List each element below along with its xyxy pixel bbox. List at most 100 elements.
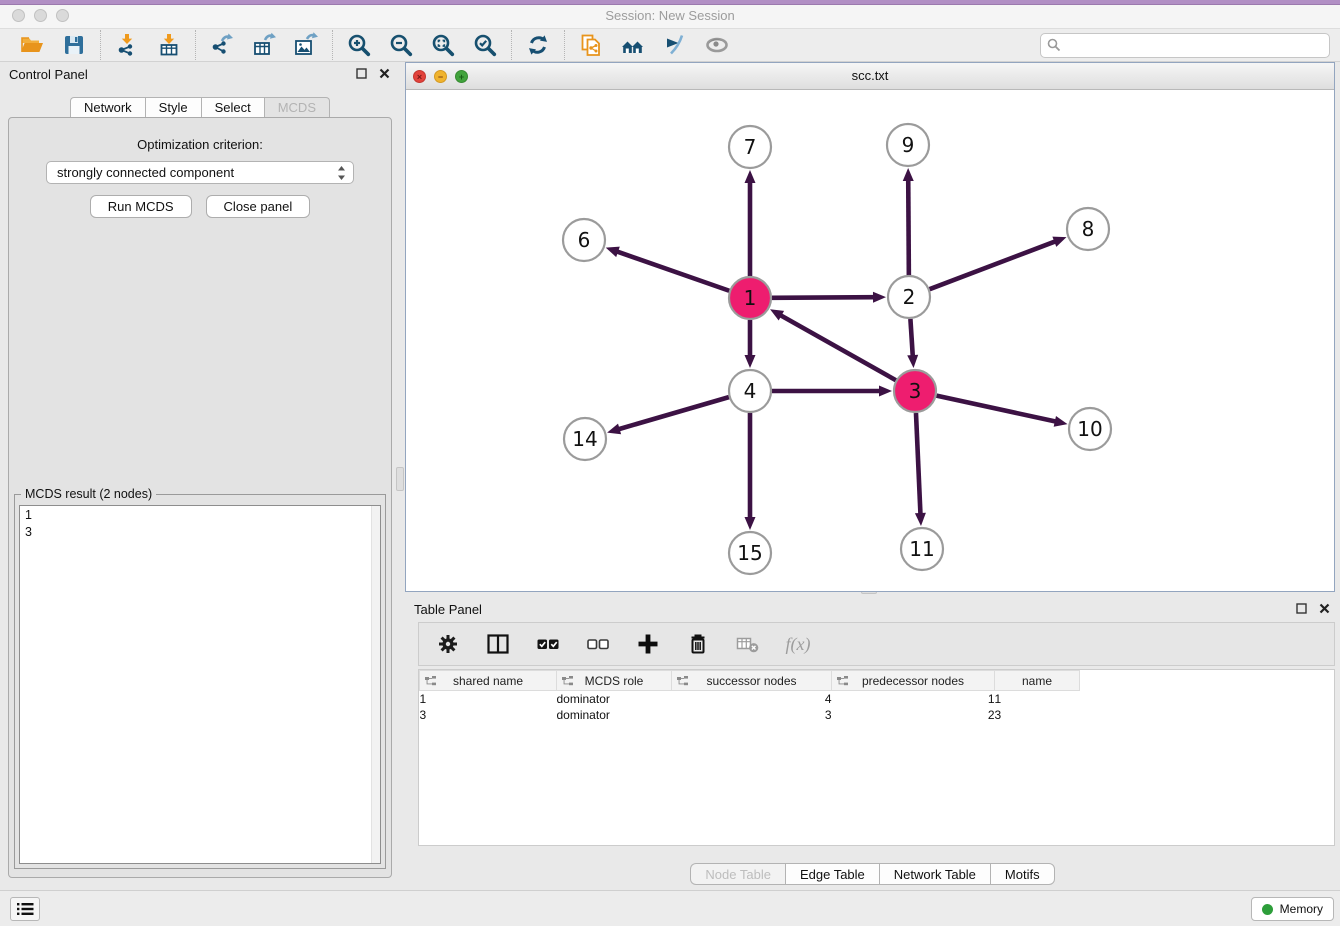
export-network-button[interactable]: [209, 32, 235, 58]
edge-3-1[interactable]: [780, 315, 896, 381]
network-graph[interactable]: 7968124314101511: [406, 91, 1334, 592]
table-cell[interactable]: 3: [995, 707, 1080, 723]
clone-network-button[interactable]: [578, 32, 604, 58]
split-view-button[interactable]: [485, 631, 511, 657]
import-table-button[interactable]: [156, 32, 182, 58]
task-history-button[interactable]: [10, 897, 40, 921]
optimization-criterion-select[interactable]: strongly connected component: [46, 161, 354, 184]
import-network-button[interactable]: [114, 32, 140, 58]
edge-3-11[interactable]: [916, 413, 921, 515]
column-header-name[interactable]: name: [995, 671, 1080, 691]
select-all-columns-button[interactable]: [535, 631, 561, 657]
table-cell[interactable]: 3: [672, 707, 832, 723]
graph-node-label: 3: [909, 379, 922, 403]
gear-icon: [435, 631, 461, 657]
tab-select[interactable]: Select: [201, 97, 264, 118]
close-panel-icon[interactable]: [379, 68, 390, 79]
mcds-result-text[interactable]: 1 3: [19, 505, 381, 864]
arrowhead-icon: [915, 513, 926, 526]
mcds-result-title: MCDS result (2 nodes): [21, 487, 156, 501]
first-neighbors-button[interactable]: [620, 32, 646, 58]
tab-motifs[interactable]: Motifs: [990, 863, 1055, 885]
table-cell[interactable]: 4: [672, 691, 832, 707]
edge-3-10[interactable]: [936, 396, 1056, 422]
export-image-button[interactable]: [293, 32, 319, 58]
network-window-titlebar[interactable]: × − + scc.txt: [406, 63, 1334, 90]
table-settings-button[interactable]: [435, 631, 461, 657]
arrowhead-icon: [607, 424, 621, 435]
network-maximize-button[interactable]: +: [455, 70, 468, 83]
vertical-splitter-grip[interactable]: [396, 467, 404, 491]
delete-column-button[interactable]: [685, 631, 711, 657]
table-cell[interactable]: 1: [832, 691, 995, 707]
table-cell[interactable]: 3: [420, 707, 557, 723]
table-row[interactable]: 3dominator323: [420, 707, 1080, 723]
edge-2-8[interactable]: [930, 241, 1057, 289]
zoom-out-button[interactable]: [388, 32, 414, 58]
network-minimize-button[interactable]: −: [434, 70, 447, 83]
tab-style[interactable]: Style: [145, 97, 201, 118]
table-row[interactable]: 1dominator411: [420, 691, 1080, 707]
dropdown-stepper-icon: [336, 164, 347, 182]
graph-node-label: 7: [744, 135, 757, 159]
tab-network-table[interactable]: Network Table: [879, 863, 990, 885]
tab-node-table[interactable]: Node Table: [690, 863, 785, 885]
arrowhead-icon: [907, 355, 918, 368]
arrowhead-icon: [873, 292, 886, 303]
column-header-successor-nodes[interactable]: successor nodes: [672, 671, 832, 691]
deselect-all-columns-button[interactable]: [585, 631, 611, 657]
run-mcds-button[interactable]: Run MCDS: [90, 195, 192, 218]
tab-network[interactable]: Network: [70, 97, 145, 118]
table-cell[interactable]: 1: [420, 691, 557, 707]
node-table-grid[interactable]: shared nameMCDS rolesuccessor nodesprede…: [419, 670, 1080, 723]
application-window: Session: New Session: [0, 0, 1340, 926]
optimization-criterion-label: Optimization criterion:: [9, 137, 391, 152]
memory-button[interactable]: Memory: [1251, 897, 1334, 921]
edge-2-9[interactable]: [908, 179, 909, 275]
refresh-layout-button[interactable]: [525, 32, 551, 58]
network-view-window: × − + scc.txt 7968124314101511: [405, 62, 1335, 592]
show-graphics-details-button[interactable]: [704, 32, 730, 58]
zoom-selected-button[interactable]: [472, 32, 498, 58]
open-session-button[interactable]: [19, 32, 45, 58]
graph-node-label: 6: [578, 228, 591, 252]
network-close-button[interactable]: ×: [413, 70, 426, 83]
table-cell[interactable]: dominator: [557, 707, 672, 723]
main-toolbar: [0, 28, 1340, 62]
close-table-panel-icon[interactable]: [1319, 603, 1330, 614]
search-input[interactable]: [1040, 33, 1330, 58]
table-cell[interactable]: 1: [995, 691, 1080, 707]
export-table-button[interactable]: [251, 32, 277, 58]
save-session-button[interactable]: [61, 32, 87, 58]
open-folder-icon: [19, 32, 45, 58]
hide-labels-button[interactable]: [662, 32, 688, 58]
close-panel-button[interactable]: Close panel: [206, 195, 311, 218]
column-header-predecessor-nodes[interactable]: predecessor nodes: [832, 671, 995, 691]
table-cell[interactable]: dominator: [557, 691, 672, 707]
edge-2-3[interactable]: [910, 319, 912, 357]
control-panel-tabs: NetworkStyleSelectMCDS: [0, 97, 400, 118]
graph-node-label: 14: [572, 427, 597, 451]
result-scrollbar[interactable]: [371, 506, 380, 863]
column-header-mcds-role[interactable]: MCDS role: [557, 671, 672, 691]
unchecked-boxes-icon: [585, 631, 611, 657]
float-panel-icon[interactable]: [356, 68, 367, 79]
search-icon: [1047, 38, 1061, 52]
table-cell[interactable]: 2: [832, 707, 995, 723]
function-builder-button[interactable]: f(x): [785, 631, 811, 657]
edge-1-2[interactable]: [772, 297, 875, 298]
mcds-result-group: MCDS result (2 nodes) 1 3: [14, 494, 386, 869]
column-header-shared-name[interactable]: shared name: [420, 671, 557, 691]
tab-mcds[interactable]: MCDS: [264, 97, 330, 118]
table-panel-tabs: Node TableEdge TableNetwork TableMotifs: [405, 863, 1340, 885]
add-column-button[interactable]: [635, 631, 661, 657]
edge-1-6[interactable]: [616, 251, 729, 291]
tab-edge-table[interactable]: Edge Table: [785, 863, 879, 885]
float-table-panel-icon[interactable]: [1296, 603, 1307, 614]
network-canvas[interactable]: 7968124314101511: [406, 91, 1334, 591]
zoom-in-button[interactable]: [346, 32, 372, 58]
delete-table-button[interactable]: [735, 631, 761, 657]
edge-4-14[interactable]: [618, 397, 729, 429]
zoom-fit-button[interactable]: [430, 32, 456, 58]
clone-network-icon: [578, 32, 604, 58]
